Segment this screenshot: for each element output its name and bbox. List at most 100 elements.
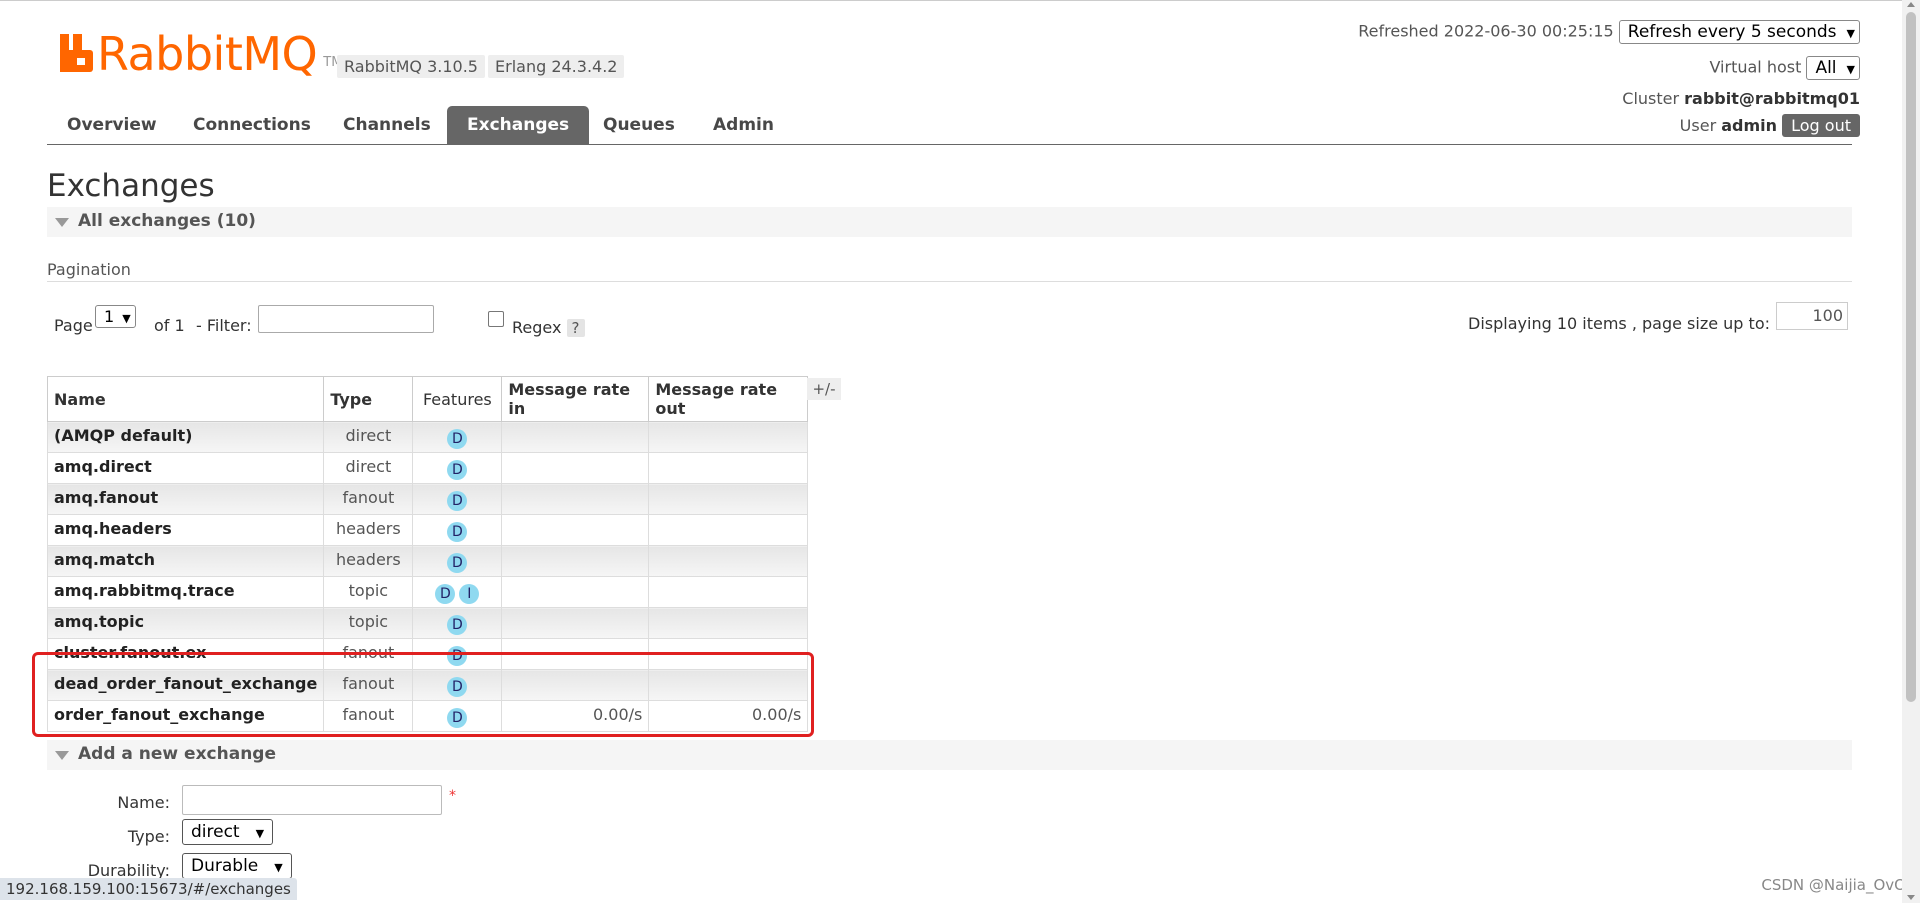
message-rate-in	[501, 545, 650, 577]
message-rate-in	[501, 483, 650, 515]
col-name[interactable]: Name	[46, 376, 325, 422]
table-row[interactable]: amq.topic topic D	[46, 607, 809, 639]
table-row[interactable]: amq.fanout fanout D	[46, 483, 809, 515]
page-size-input[interactable]: 100	[1776, 302, 1848, 330]
col-rate-out: Message rate out	[648, 376, 809, 422]
rabbitmq-logo[interactable]: RabbitMQ TM	[60, 28, 342, 80]
tab-queues[interactable]: Queues	[583, 106, 695, 144]
filter-input[interactable]	[258, 305, 434, 333]
tab-channels[interactable]: Channels	[323, 106, 451, 144]
exchange-features: D	[412, 452, 503, 484]
add-exchange-label: Add a new exchange	[78, 744, 277, 764]
chevron-down-icon: ▼	[1846, 27, 1855, 40]
feature-badge: I	[459, 584, 480, 604]
col-features: Features	[412, 376, 503, 422]
durability-select[interactable]: Durable ▼	[182, 853, 292, 879]
tab-overview[interactable]: Overview	[47, 106, 177, 144]
all-exchanges-toggle[interactable]: All exchanges (10)	[47, 207, 1852, 237]
message-rate-out	[648, 607, 809, 639]
watermark: CSDN @Naijia_OvO	[1761, 876, 1906, 894]
displaying-label: Displaying 10 items , page size up to:	[1468, 314, 1770, 333]
required-marker: *	[449, 788, 456, 804]
chevron-down-icon: ▼	[255, 827, 265, 840]
exchange-type: direct	[323, 421, 414, 453]
main-nav: Overview Connections Channels Exchanges …	[47, 106, 1852, 145]
exchange-type: topic	[323, 576, 414, 608]
message-rate-out	[648, 576, 809, 608]
rabbitmq-logo-icon	[60, 34, 93, 72]
collapse-triangle-icon	[55, 751, 69, 760]
page-select[interactable]: 1 ▼	[95, 305, 136, 328]
exchange-type: direct	[323, 452, 414, 484]
erlang-badge: Erlang 24.3.4.2	[488, 55, 625, 78]
exchange-type-select[interactable]: direct ▼	[182, 819, 274, 845]
exchange-name-link[interactable]: amq.rabbitmq.trace	[46, 576, 325, 608]
all-exchanges-label: All exchanges (10)	[78, 211, 256, 231]
chevron-down-icon: ▼	[274, 861, 283, 874]
refreshed-timestamp: Refreshed 2022-06-30 00:25:15	[1358, 21, 1614, 41]
vhost-select[interactable]: All ▼	[1806, 56, 1860, 80]
scrollbar-thumb[interactable]	[1906, 12, 1916, 702]
message-rate-in	[501, 607, 650, 639]
name-label: Name:	[117, 793, 170, 812]
exchange-type: fanout	[323, 483, 414, 515]
exchange-name-link[interactable]: amq.match	[46, 545, 325, 577]
top-border	[0, 0, 1920, 1]
version-badge: RabbitMQ 3.10.5	[337, 55, 485, 78]
logo-text: RabbitMQ	[97, 27, 318, 81]
message-rate-out	[648, 421, 809, 453]
exchange-type: headers	[323, 514, 414, 546]
col-type[interactable]: Type	[323, 376, 414, 422]
message-rate-out	[648, 514, 809, 546]
add-exchange-toggle[interactable]: Add a new exchange	[47, 740, 1852, 770]
exchange-features: DI	[412, 576, 503, 608]
vertical-scrollbar[interactable]	[1902, 0, 1920, 903]
feature-badge: D	[435, 584, 456, 604]
refresh-interval-select[interactable]: Refresh every 5 seconds ▼	[1618, 20, 1860, 44]
table-row[interactable]: amq.rabbitmq.trace topic D I	[46, 576, 809, 608]
exchange-name-link[interactable]: (AMQP default)	[46, 421, 325, 453]
exchange-features: D	[412, 421, 503, 453]
table-row[interactable]: amq.match headers D	[46, 545, 809, 577]
message-rate-out	[648, 452, 809, 484]
feature-badge: D	[447, 522, 468, 542]
exchange-features: D	[412, 483, 503, 515]
feature-badge: D	[447, 429, 468, 449]
regex-label: Regex ?	[512, 318, 585, 337]
divider	[47, 281, 1852, 282]
scroll-down-icon[interactable]	[1907, 895, 1915, 900]
feature-badge: D	[447, 615, 468, 635]
exchange-name-link[interactable]: amq.fanout	[46, 483, 325, 515]
exchange-name-link[interactable]: amq.direct	[46, 452, 325, 484]
vhost-row: Virtual host All ▼	[1709, 56, 1860, 80]
table-row[interactable]: amq.direct direct D	[46, 452, 809, 484]
columns-toggle-button[interactable]: +/-	[807, 378, 841, 400]
message-rate-in	[501, 452, 650, 484]
tab-admin[interactable]: Admin	[693, 106, 794, 144]
exchange-features: D	[412, 514, 503, 546]
scroll-up-icon[interactable]	[1907, 2, 1915, 7]
collapse-triangle-icon	[55, 218, 69, 227]
exchange-name-link[interactable]: amq.topic	[46, 607, 325, 639]
chevron-down-icon: ▼	[1846, 63, 1855, 76]
table-row[interactable]: amq.headers headers D	[46, 514, 809, 546]
table-row[interactable]: (AMQP default) direct D	[46, 421, 809, 453]
chevron-down-icon: ▼	[122, 312, 131, 325]
vhost-label: Virtual host	[1709, 57, 1802, 77]
page-of-label: of 1	[154, 316, 185, 335]
tab-exchanges[interactable]: Exchanges	[447, 106, 590, 144]
refresh-row: Refreshed 2022-06-30 00:25:15 Refresh ev…	[1358, 20, 1860, 44]
feature-badge: D	[447, 491, 468, 511]
exchange-type: topic	[323, 607, 414, 639]
pagination-label: Pagination	[47, 260, 131, 279]
regex-help-button[interactable]: ?	[566, 319, 585, 337]
tab-connections[interactable]: Connections	[173, 106, 331, 144]
exchange-name-link[interactable]: amq.headers	[46, 514, 325, 546]
message-rate-in	[501, 576, 650, 608]
regex-checkbox[interactable]	[488, 311, 504, 327]
highlight-annotation	[32, 652, 814, 737]
exchange-name-input[interactable]	[182, 785, 442, 815]
filter-label: - Filter:	[196, 316, 252, 335]
page-label: Page	[54, 316, 93, 335]
type-label: Type:	[127, 827, 170, 846]
